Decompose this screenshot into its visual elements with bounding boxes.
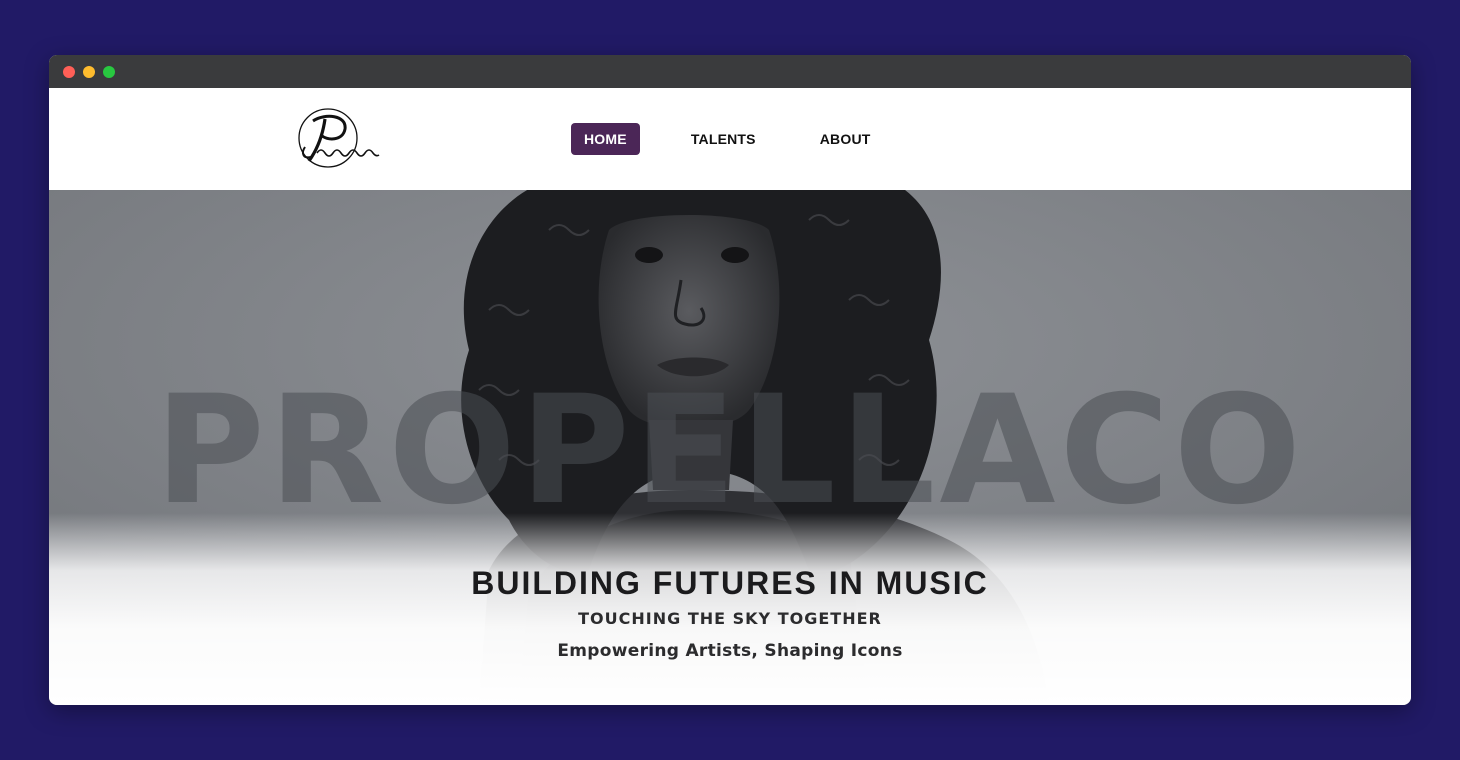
maximize-window-button[interactable] — [103, 66, 115, 78]
nav-about[interactable]: ABOUT — [807, 123, 884, 155]
close-window-button[interactable] — [63, 66, 75, 78]
propellaco-logo-icon[interactable] — [295, 107, 387, 171]
main-nav: HOME TALENTS ABOUT — [571, 123, 922, 155]
site-header: HOME TALENTS ABOUT — [49, 88, 1411, 190]
hero-title: BUILDING FUTURES IN MUSIC — [471, 565, 989, 601]
browser-window: HOME TALENTS ABOUT PROPELLACO BUILDING F… — [49, 55, 1411, 705]
nav-talents[interactable]: TALENTS — [678, 123, 769, 155]
browser-titlebar — [49, 55, 1411, 88]
hero-text-block: BUILDING FUTURES IN MUSIC TOUCHING THE S… — [49, 565, 1411, 661]
hero-watermark: PROPELLACO — [154, 364, 1306, 538]
hero-section: PROPELLACO BUILDING FUTURES IN MUSIC TOU… — [49, 190, 1411, 705]
hero-tagline: Empowering Artists, Shaping Icons — [557, 641, 903, 661]
nav-home[interactable]: HOME — [571, 123, 640, 155]
minimize-window-button[interactable] — [83, 66, 95, 78]
hero-subtitle: TOUCHING THE SKY TOGETHER — [578, 609, 882, 628]
